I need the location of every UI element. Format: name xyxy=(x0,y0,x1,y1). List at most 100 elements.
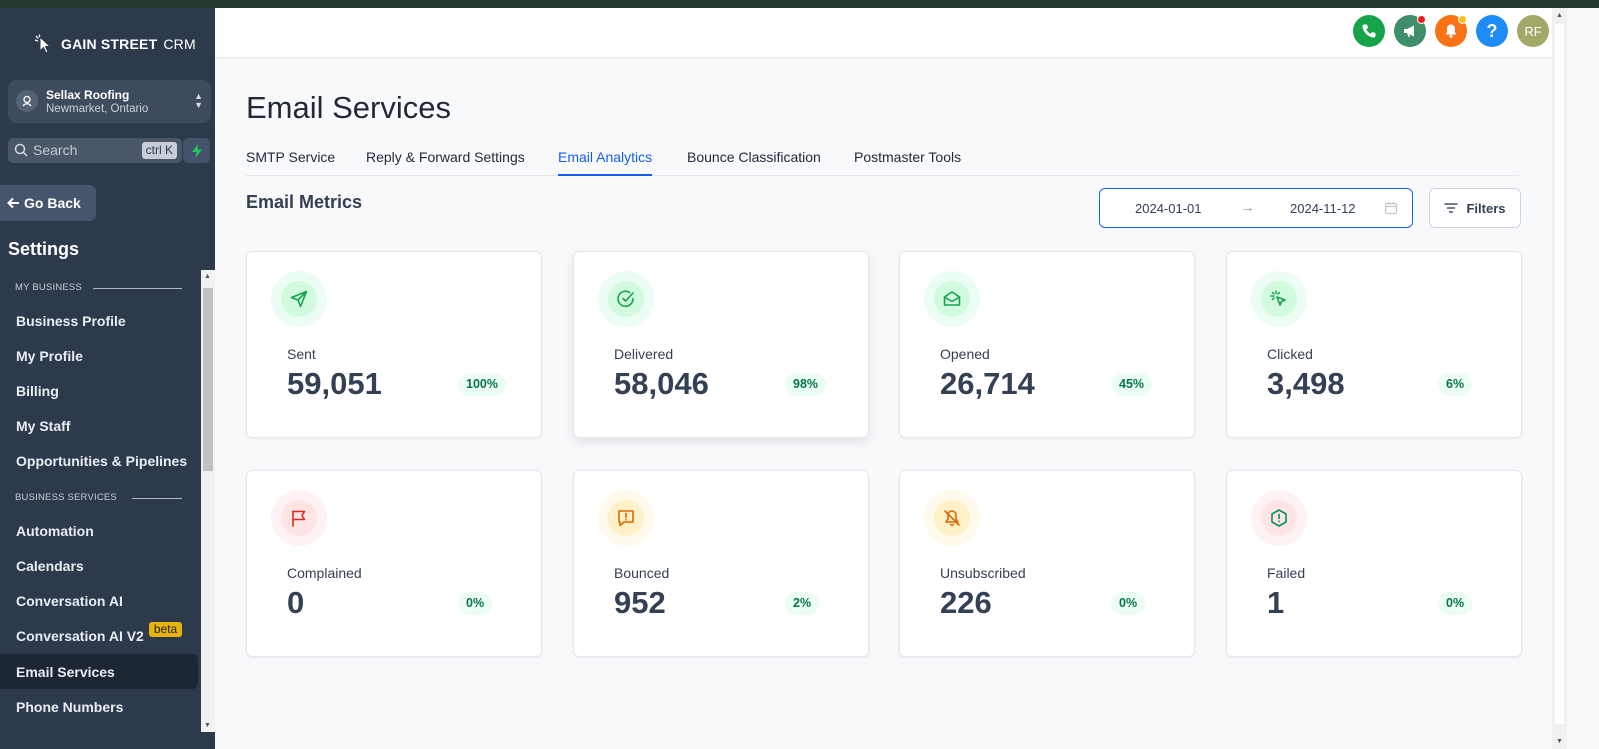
metric-percent-badge: 98% xyxy=(785,373,827,396)
go-back-label: Go Back xyxy=(24,195,81,211)
message-alert-icon xyxy=(598,490,654,546)
metric-value: 952 xyxy=(614,585,666,620)
end-date[interactable]: 2024-11-12 xyxy=(1290,201,1356,216)
sidebar-item-my-staff[interactable]: My Staff xyxy=(0,408,201,443)
metric-card-complained[interactable]: Complained 0 0% xyxy=(246,470,542,657)
metric-label: Unsubscribed xyxy=(940,565,1026,581)
metric-label: Bounced xyxy=(614,565,670,581)
date-range-picker[interactable]: 2024-01-01 → 2024-11-12 xyxy=(1099,188,1413,228)
top-strip xyxy=(0,0,1599,8)
notification-dot xyxy=(1458,15,1467,24)
sidebar-nav: MY BUSINESS Business Profile My Profile … xyxy=(0,270,201,732)
metric-value: 0 xyxy=(287,585,305,620)
metric-label: Opened xyxy=(940,346,990,362)
section-title: Email Metrics xyxy=(246,192,363,212)
scroll-up-icon[interactable]: ▲ xyxy=(1556,12,1563,19)
divider xyxy=(93,288,182,289)
sidebar-item-label: Conversation AI V2 xyxy=(16,627,144,644)
metric-card-unsubscribed[interactable]: Unsubscribed 226 0% xyxy=(899,470,1195,657)
tab-smtp-service[interactable]: SMTP Service xyxy=(246,139,335,176)
metric-value: 3,498 xyxy=(1267,366,1345,401)
scrollbar-thumb[interactable] xyxy=(203,288,213,471)
sidebar-item-email-services[interactable]: Email Services xyxy=(0,654,198,689)
sidebar-item-label: Phone Numbers xyxy=(16,698,124,715)
search-input[interactable]: Search ctrl K xyxy=(8,138,182,163)
search-icon xyxy=(14,143,28,157)
sidebar-item-opportunities[interactable]: Opportunities & Pipelines xyxy=(0,443,201,478)
page-title: Email Services xyxy=(246,90,451,125)
phone-button[interactable] xyxy=(1353,15,1385,47)
sidebar-item-calendars[interactable]: Calendars xyxy=(0,548,201,583)
click-cursor-icon xyxy=(1251,271,1307,327)
section-label: BUSINESS SERVICES xyxy=(15,492,117,503)
brand-name: GAIN STREET xyxy=(61,36,158,52)
sidebar: GAIN STREET CRM Sellax Roofing Newmarket… xyxy=(0,8,219,749)
sidebar-item-billing[interactable]: Billing xyxy=(0,373,201,408)
notifications-button[interactable] xyxy=(1435,15,1467,47)
send-icon xyxy=(271,271,327,327)
filters-button[interactable]: Filters xyxy=(1429,188,1521,228)
top-header: ? RF xyxy=(215,8,1552,58)
location-switcher[interactable]: Sellax Roofing Newmarket, Ontario ▲ ▼ xyxy=(8,80,211,123)
sidebar-item-label: Automation xyxy=(16,522,94,539)
section-label: MY BUSINESS xyxy=(15,282,82,293)
chevron-updown-icon: ▲ ▼ xyxy=(194,91,203,110)
sidebar-item-phone-numbers[interactable]: Phone Numbers xyxy=(0,689,201,724)
avatar[interactable]: RF xyxy=(1517,15,1549,47)
sidebar-item-conversation-ai[interactable]: Conversation AI xyxy=(0,583,201,618)
tab-bounce-classification[interactable]: Bounce Classification xyxy=(687,139,821,176)
bell-off-icon xyxy=(924,490,980,546)
metric-value: 226 xyxy=(940,585,992,620)
scrollbar-thumb[interactable] xyxy=(1555,24,1564,724)
sidebar-item-label: Conversation AI xyxy=(16,592,123,609)
megaphone-icon xyxy=(1404,25,1414,37)
check-circle-icon xyxy=(598,271,654,327)
quick-action-button[interactable] xyxy=(183,138,210,163)
scroll-up-icon[interactable]: ▲ xyxy=(204,273,211,280)
sidebar-item-my-profile[interactable]: My Profile xyxy=(0,338,201,373)
metric-percent-badge: 0% xyxy=(458,592,493,615)
metric-label: Complained xyxy=(287,565,362,581)
metric-value: 59,051 xyxy=(287,366,382,401)
brand-logo[interactable]: GAIN STREET CRM xyxy=(33,34,196,54)
arrow-left-icon xyxy=(7,197,19,209)
sidebar-item-business-profile[interactable]: Business Profile xyxy=(0,303,201,338)
section-business-services: BUSINESS SERVICES xyxy=(15,492,182,503)
flag-icon xyxy=(271,490,327,546)
metric-card-bounced[interactable]: Bounced 952 2% xyxy=(573,470,869,657)
scroll-down-icon[interactable]: ▼ xyxy=(1556,738,1563,745)
sidebar-item-label: My Staff xyxy=(16,417,71,434)
sidebar-item-label: Business Profile xyxy=(16,312,126,329)
lightning-icon xyxy=(191,143,202,158)
metric-card-opened[interactable]: Opened 26,714 45% xyxy=(899,251,1195,438)
sidebar-item-label: Opportunities & Pipelines xyxy=(16,452,188,469)
location-city: Newmarket, Ontario xyxy=(46,103,149,115)
filter-icon xyxy=(1444,203,1459,213)
tab-postmaster-tools[interactable]: Postmaster Tools xyxy=(854,139,961,176)
metric-card-failed[interactable]: Failed 1 0% xyxy=(1226,470,1522,657)
page-scrollbar[interactable]: ▲ ▼ xyxy=(1552,8,1567,749)
go-back-button[interactable]: Go Back xyxy=(0,185,96,221)
sidebar-scrollbar[interactable]: ▲ ▼ xyxy=(201,270,215,732)
metric-label: Sent xyxy=(287,346,316,362)
mail-open-icon xyxy=(924,271,980,327)
metric-card-sent[interactable]: Sent 59,051 100% xyxy=(246,251,542,438)
avatar-initials: RF xyxy=(1524,23,1542,39)
help-button[interactable]: ? xyxy=(1476,15,1508,47)
sidebar-item-automation[interactable]: Automation xyxy=(0,513,201,548)
main-content: ? RF Email Services SMTP Service Reply &… xyxy=(215,8,1599,749)
scroll-down-icon[interactable]: ▼ xyxy=(204,722,211,729)
announcements-button[interactable] xyxy=(1394,15,1426,47)
metric-percent-badge: 100% xyxy=(458,373,506,396)
search-placeholder: Search xyxy=(33,142,78,158)
metric-percent-badge: 0% xyxy=(1111,592,1146,615)
tab-reply-forward-settings[interactable]: Reply & Forward Settings xyxy=(366,139,525,176)
sidebar-item-label: Email Services xyxy=(16,663,115,680)
metric-card-clicked[interactable]: Clicked 3,498 6% xyxy=(1226,251,1522,438)
metric-percent-badge: 0% xyxy=(1438,592,1473,615)
start-date[interactable]: 2024-01-01 xyxy=(1135,201,1202,216)
metric-card-delivered[interactable]: Delivered 58,046 98% xyxy=(573,251,869,438)
tab-email-analytics[interactable]: Email Analytics xyxy=(558,139,653,176)
calendar-icon xyxy=(1384,202,1398,215)
sidebar-item-conversation-ai-v2[interactable]: Conversation AI V2 beta xyxy=(0,618,201,653)
